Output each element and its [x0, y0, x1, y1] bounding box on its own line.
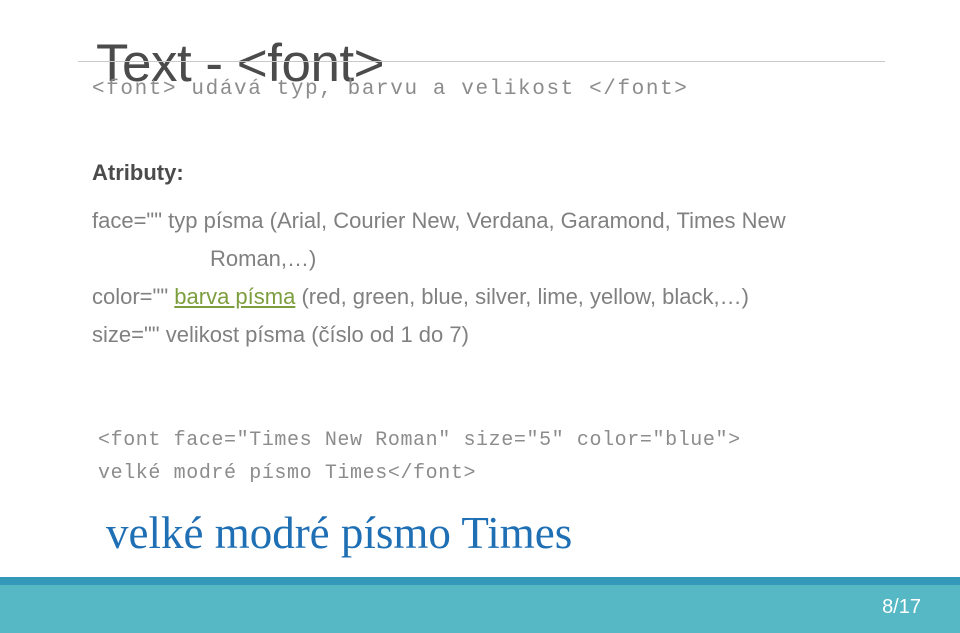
attribute-continuation-face: Roman,…) [210, 246, 317, 271]
attribute-item-size: size="" velikost písma (číslo od 1 do 7) [92, 316, 892, 354]
title-divider [78, 61, 885, 62]
barva-pisma-link[interactable]: barva písma [174, 284, 295, 309]
attribute-name-face: face="" [92, 208, 163, 233]
slide: Text - <font> <font> udává typ, barvu a … [0, 0, 960, 633]
attribute-name-size: size="" [92, 322, 160, 347]
slide-subtitle: <font> udává typ, barvu a velikost </fon… [92, 78, 689, 101]
attribute-item-face: face="" typ písma (Arial, Courier New, V… [92, 202, 892, 278]
attributes-section: Atributy: face="" typ písma (Arial, Cour… [92, 158, 892, 354]
attribute-item-color: color="" barva písma (red, green, blue, … [92, 278, 892, 316]
slide-footer: 8/17 [0, 577, 960, 633]
page-number: 8/17 [882, 596, 921, 618]
rendered-result-text: velké modré písmo Times [106, 508, 573, 558]
attribute-name-color: color="" [92, 284, 169, 309]
code-example: <font face="Times New Roman" size="5" co… [98, 424, 741, 490]
attributes-heading: Atributy: [92, 160, 184, 185]
footer-accent-stripe [0, 577, 960, 585]
attribute-description-color: (red, green, blue, silver, lime, yellow,… [295, 284, 749, 309]
attribute-description-size: velikost písma (číslo od 1 do 7) [159, 322, 469, 347]
code-example-line-1: <font face="Times New Roman" size="5" co… [98, 429, 741, 452]
attribute-description-face: typ písma (Arial, Courier New, Verdana, … [162, 208, 786, 233]
code-example-line-2: velké modré písmo Times</font> [98, 462, 477, 485]
